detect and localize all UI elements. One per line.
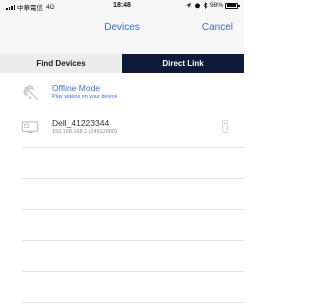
offline-icon xyxy=(23,85,39,101)
bluetooth-icon xyxy=(203,2,208,9)
tv-icon xyxy=(21,121,39,133)
remote-icon[interactable] xyxy=(222,120,228,133)
offline-mode-item[interactable]: Offline Mode Play videos on your device xyxy=(0,78,244,108)
alarm-icon xyxy=(195,3,200,9)
offline-mode-subtitle: Play videos on your device xyxy=(52,94,118,100)
list-divider xyxy=(22,271,244,272)
list-divider xyxy=(22,178,244,179)
list-divider xyxy=(22,302,244,303)
tab-bar: Find Devices Direct Link xyxy=(0,54,244,73)
location-icon xyxy=(185,2,192,9)
status-bar: 中華電信 4G 18:48 98% xyxy=(0,0,244,14)
list-divider xyxy=(22,240,244,241)
tab-find-devices[interactable]: Find Devices xyxy=(0,54,122,73)
nav-bar xyxy=(0,14,244,54)
list-divider xyxy=(22,209,244,210)
status-right: 98% xyxy=(185,2,240,9)
device-name: Dell_41223344 xyxy=(52,118,110,128)
offline-mode-title: Offline Mode xyxy=(52,83,101,93)
device-address: 192.168.168.1 (14912000) xyxy=(52,129,117,135)
list-divider xyxy=(22,147,244,148)
cancel-button[interactable]: Cancel xyxy=(202,22,233,33)
battery-percent: 98% xyxy=(209,2,223,9)
battery-fill xyxy=(226,4,237,7)
battery-icon xyxy=(225,2,240,9)
device-item[interactable]: Dell_41223344 192.168.168.1 (14912000) xyxy=(0,115,244,141)
tab-direct-link[interactable]: Direct Link xyxy=(122,54,244,73)
